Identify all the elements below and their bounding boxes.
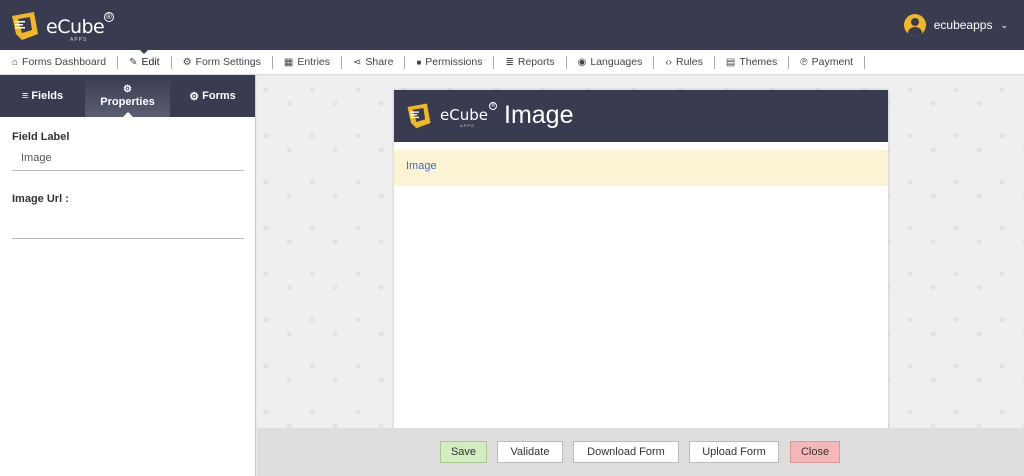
form-title: Image: [504, 101, 574, 129]
nav-payment[interactable]: ℗ Payment: [794, 50, 859, 75]
gear-icon: ⚙: [189, 90, 200, 103]
tab-fields[interactable]: ≡ Fields: [0, 75, 85, 117]
nav-forms-dashboard[interactable]: ⌂ Forms Dashboard: [6, 50, 112, 75]
nav-themes[interactable]: ▤ Themes: [720, 50, 783, 75]
tab-label: Fields: [31, 90, 64, 102]
nav-divider: [170, 55, 172, 69]
validate-button[interactable]: Validate: [497, 441, 563, 463]
download-form-button[interactable]: Download Form: [573, 441, 679, 463]
nav-divider: [565, 55, 567, 69]
list-icon: ≡: [21, 90, 29, 102]
form-header: eCube APPS ® Image: [394, 90, 888, 142]
globe-icon: ◉: [577, 56, 587, 68]
image-field-label: Image: [406, 160, 437, 172]
nav-label: Reports: [517, 56, 555, 68]
registered-mark: ®: [104, 12, 114, 22]
nav-label: Themes: [739, 56, 778, 68]
nav-divider: [713, 55, 715, 69]
image-url-input[interactable]: [12, 213, 244, 239]
nav-entries[interactable]: ▦ Entries: [278, 50, 336, 75]
nav-divider: [653, 55, 655, 69]
registered-mark: ®: [489, 102, 497, 110]
nav-label: Permissions: [425, 56, 483, 68]
nav-label: Entries: [297, 56, 331, 68]
nav-divider: [788, 55, 790, 69]
nav-languages[interactable]: ◉ Languages: [572, 50, 649, 75]
form-logo-text: eCube: [440, 106, 488, 124]
nav-label: Edit: [141, 56, 160, 68]
nav-label: Payment: [811, 56, 854, 68]
nav-share[interactable]: ⋖ Share: [347, 50, 399, 75]
image-field-row[interactable]: Image: [394, 150, 888, 186]
form-logo-subtext: APPS: [460, 123, 475, 128]
nav-divider: [341, 55, 343, 69]
tab-label: Forms: [202, 90, 236, 102]
tab-label: Properties: [100, 96, 155, 108]
nav-divider: [404, 55, 406, 69]
nav-label: Languages: [590, 56, 643, 68]
keyboard-icon: ▤: [725, 56, 736, 68]
image-url-title: Image Url :: [12, 193, 69, 205]
gear-icon: ⚙: [182, 56, 192, 68]
nav-rules[interactable]: ‹› Rules: [659, 50, 709, 75]
lock-icon: ■: [416, 57, 422, 67]
nav-divider: [271, 55, 273, 69]
tab-forms[interactable]: ⚙ Forms: [170, 75, 255, 117]
nav-divider: [864, 55, 866, 69]
logo-mark-icon: [12, 12, 38, 40]
logo-mark-icon: [407, 103, 431, 129]
nav-label: Forms Dashboard: [22, 56, 107, 68]
properties-panel: ≡ Fields ⚙ Properties ⚙ Forms Field Labe…: [0, 75, 256, 476]
cogs-icon: ⚙: [123, 84, 132, 95]
panel-body: Field Label Image Url :: [0, 117, 255, 253]
nav-label: Share: [365, 56, 394, 68]
form-preview: eCube APPS ® Image Image: [394, 90, 888, 430]
username: ecubeapps: [933, 18, 993, 32]
field-label-input[interactable]: [12, 145, 244, 171]
panel-tabs: ≡ Fields ⚙ Properties ⚙ Forms: [0, 75, 255, 117]
ecube-logo[interactable]: eCube APPS ®: [8, 6, 118, 44]
table-icon: ▦: [283, 56, 294, 68]
edit-icon: ✎: [129, 56, 138, 68]
save-button[interactable]: Save: [440, 441, 487, 463]
top-bar: eCube APPS ® ecubeapps ⌄: [0, 0, 1024, 50]
close-button[interactable]: Close: [790, 441, 840, 463]
database-icon: ≣: [505, 56, 514, 68]
tab-properties[interactable]: ⚙ Properties: [85, 75, 170, 117]
nav-divider: [493, 55, 495, 69]
home-icon: ⌂: [12, 56, 19, 68]
action-footer: Save Validate Download Form Upload Form …: [257, 428, 1024, 476]
upload-form-button[interactable]: Upload Form: [689, 441, 779, 463]
nav-reports[interactable]: ≣ Reports: [499, 50, 560, 75]
nav-permissions[interactable]: ■ Permissions: [410, 50, 488, 75]
field-label-title: Field Label: [12, 131, 70, 143]
chevron-down-icon: ⌄: [1000, 19, 1008, 30]
avatar-icon: [903, 14, 926, 36]
share-icon: ⋖: [353, 56, 362, 68]
form-canvas: eCube APPS ® Image Image: [257, 76, 1024, 430]
nav-form-settings[interactable]: ⚙ Form Settings: [177, 50, 267, 75]
nav-label: Rules: [676, 56, 703, 68]
paypal-icon: ℗: [800, 56, 808, 68]
user-menu[interactable]: ecubeapps ⌄: [903, 14, 1008, 36]
code-icon: ‹›: [665, 56, 673, 68]
nav-divider: [117, 55, 119, 69]
nav-bar: ⌂ Forms Dashboard ✎ Edit ⚙ Form Settings…: [0, 48, 1024, 75]
logo-text: eCube: [46, 16, 105, 38]
nav-edit[interactable]: ✎ Edit: [123, 48, 165, 75]
nav-label: Form Settings: [195, 56, 261, 68]
logo-subtext: APPS: [70, 37, 88, 43]
